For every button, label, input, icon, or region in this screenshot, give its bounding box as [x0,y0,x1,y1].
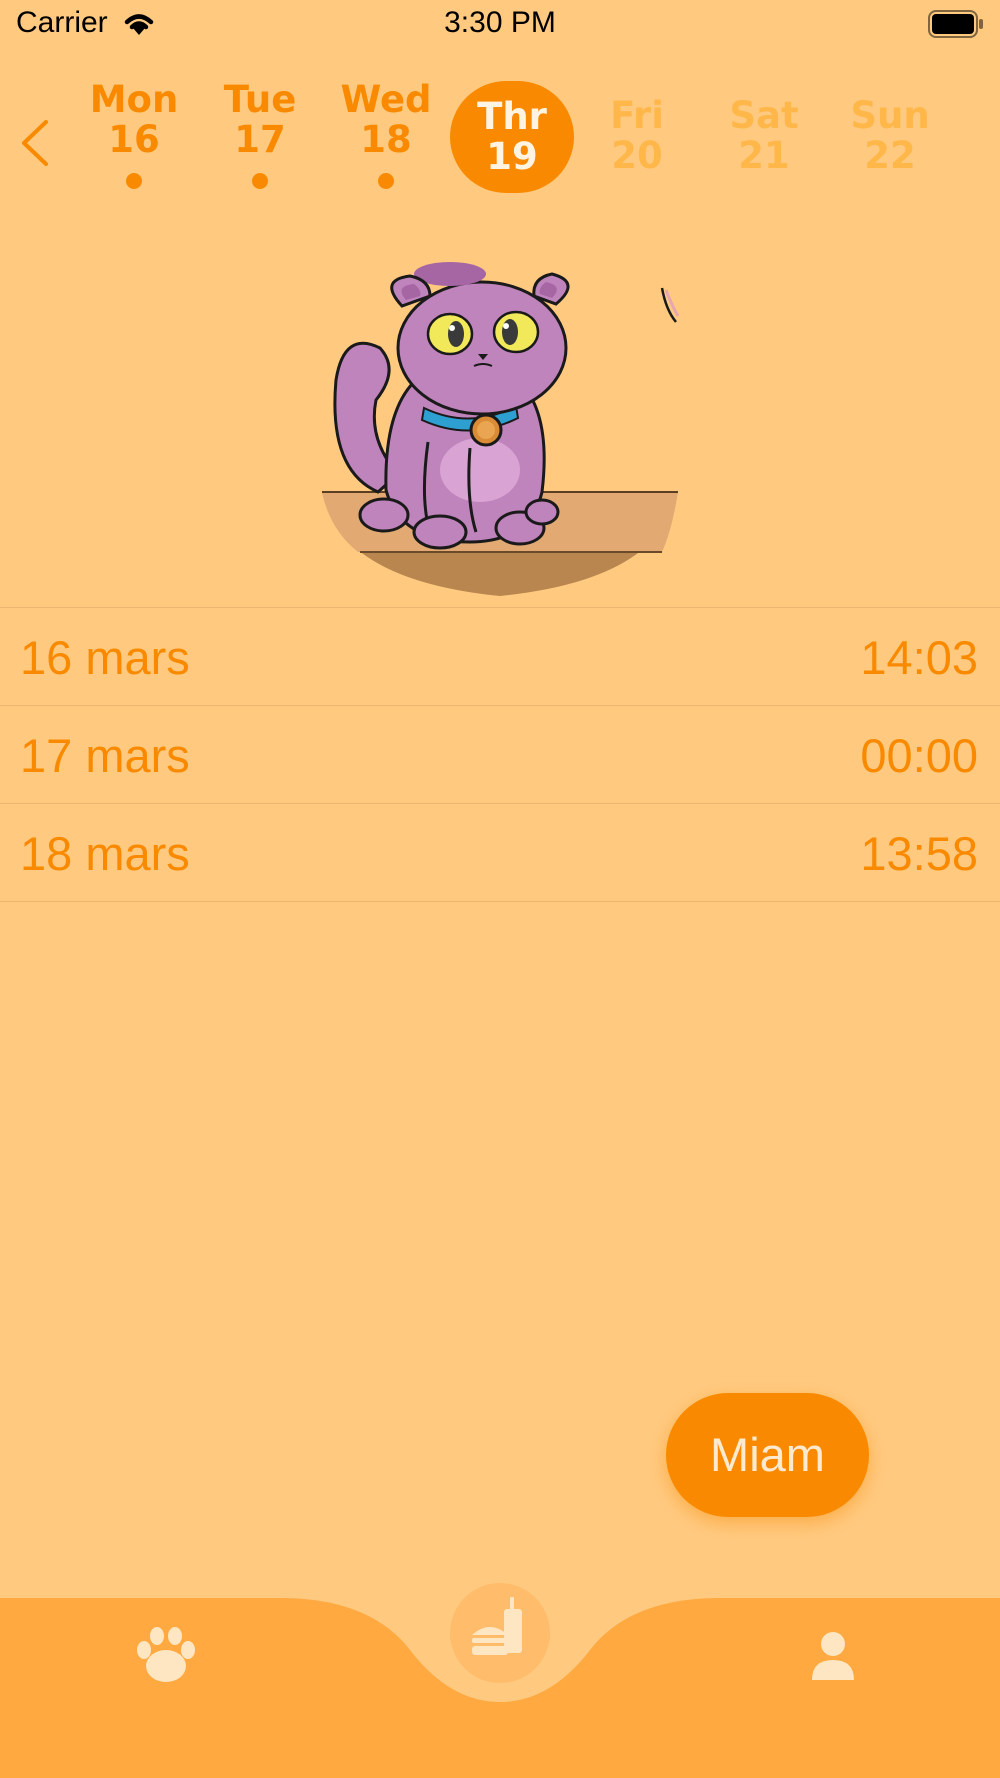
meal-time: 00:00 [860,729,978,782]
previous-week-button[interactable] [18,118,58,168]
tab-pets[interactable] [126,1618,206,1688]
meal-date: 16 mars [20,631,190,684]
miam-button[interactable]: Miam [666,1393,869,1517]
list-item[interactable]: 16 mars 14:03 [0,607,1000,705]
tab-meals[interactable] [450,1583,550,1683]
meal-logged-dot [126,173,142,189]
list-item[interactable]: 18 mars 13:58 [0,803,1000,902]
list-item[interactable]: 17 mars 00:00 [0,705,1000,803]
day-number: 20 [611,134,663,177]
meal-logged-dot [252,173,268,189]
day-name: Thr [477,95,547,138]
day-name: Mon [89,78,179,121]
day-name: Sat [729,94,799,137]
burger-drink-icon [472,1597,522,1655]
day-mon[interactable]: Mon 16 [72,80,196,192]
day-name: Wed [340,78,432,121]
meal-logged-dot [378,173,394,189]
day-fri[interactable]: Fri 20 [575,96,699,208]
day-number: 21 [738,134,790,177]
tab-profile[interactable] [808,1628,858,1688]
day-number: 18 [360,118,412,161]
battery-icon [928,10,983,38]
meal-date: 17 mars [20,729,190,782]
meal-history-list: 16 mars 14:03 17 mars 00:00 18 mars 13:58 [0,607,1000,902]
status-time: 3:30 PM [444,6,556,39]
day-tue[interactable]: Tue 17 [198,80,322,192]
day-name: Fri [610,94,664,137]
day-name: Tue [223,78,297,121]
day-number: 17 [234,118,286,161]
cat-illustration [322,262,680,596]
meal-time: 13:58 [860,827,978,880]
day-number: 16 [108,118,160,161]
day-sat[interactable]: Sat 21 [702,96,826,208]
meal-date: 18 mars [20,827,190,880]
day-thr[interactable]: Thr 19 [450,81,574,193]
status-bar: Carrier 3:30 PM [0,0,1000,50]
profile-icon [812,1632,854,1680]
day-sun[interactable]: Sun 22 [828,96,952,208]
day-number: 22 [864,134,916,177]
day-wed[interactable]: Wed 18 [324,80,448,192]
day-number: 19 [486,135,538,178]
day-name: Sun [850,94,930,137]
paw-icon [137,1627,195,1682]
meal-time: 14:03 [860,631,978,684]
